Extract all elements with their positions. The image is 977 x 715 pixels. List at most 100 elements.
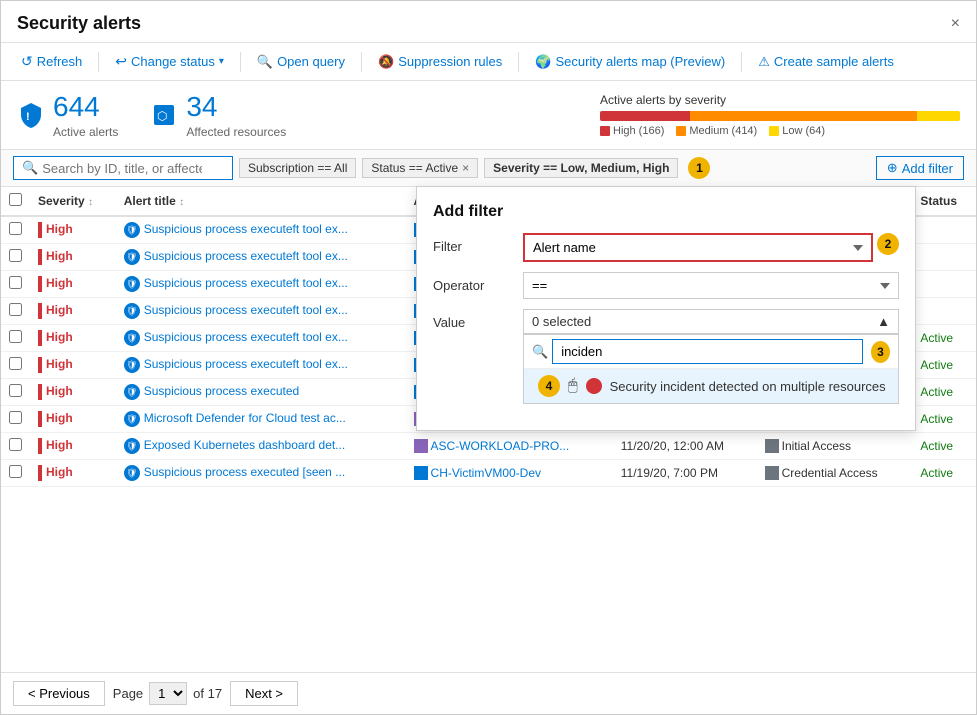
alert-shield-icon: 🛡 xyxy=(124,330,140,346)
open-query-button[interactable]: 🔍 Open query xyxy=(249,50,353,74)
vm-icon xyxy=(414,466,428,480)
page-of-label: of 17 xyxy=(193,686,222,701)
row-severity: High xyxy=(30,406,116,433)
row-resource: ASC-WORKLOAD-PRO... xyxy=(406,433,613,460)
step1-badge: 1 xyxy=(688,157,710,179)
row-tactic: Credential Access xyxy=(757,460,913,487)
page-info: Page 1 of 17 xyxy=(113,682,222,705)
row-check[interactable] xyxy=(9,276,22,289)
close-button[interactable]: × xyxy=(951,15,960,33)
row-check[interactable] xyxy=(9,357,22,370)
table-row: High 🛡Exposed Kubernetes dashboard det..… xyxy=(1,433,976,460)
alert-shield-icon: 🛡 xyxy=(124,411,140,427)
row-check[interactable] xyxy=(9,465,22,478)
value-dropdown-header[interactable]: 0 selected ▲ xyxy=(523,309,899,334)
change-status-button[interactable]: ↩ Change status ▾ xyxy=(107,49,232,74)
row-check[interactable] xyxy=(9,249,22,262)
row-status xyxy=(912,216,976,244)
value-search-icon: 🔍 xyxy=(532,344,548,360)
refresh-icon: ↺ xyxy=(21,53,33,70)
security-alerts-panel: Security alerts × ↺ Refresh ↩ Change sta… xyxy=(0,0,977,715)
step3-badge: 3 xyxy=(871,341,890,363)
next-button[interactable]: Next > xyxy=(230,681,298,706)
shield-icon: ! xyxy=(17,101,45,129)
row-title: 🛡Suspicious process executed xyxy=(116,379,406,406)
toolbar-separator-4 xyxy=(518,52,519,72)
row-severity: High xyxy=(30,352,116,379)
row-severity: High xyxy=(30,433,116,460)
row-title: 🛡Suspicious process executeft tool ex... xyxy=(116,271,406,298)
row-severity: High xyxy=(30,325,116,352)
select-all-checkbox[interactable] xyxy=(9,193,22,206)
page-select[interactable]: 1 xyxy=(149,682,187,705)
severity-sort-icon[interactable]: ↕ xyxy=(88,197,93,208)
previous-button[interactable]: < Previous xyxy=(13,681,105,706)
operator-select[interactable]: == xyxy=(523,272,899,299)
active-alerts-stat: ! 644 Active alerts xyxy=(17,91,118,139)
severity-bar-high xyxy=(600,111,690,121)
add-filter-dialog: Add filter Filter Alert name 2 Operator … xyxy=(416,186,916,431)
status-filter-chip[interactable]: Status == Active × xyxy=(362,158,478,178)
suppression-rules-button[interactable]: 🔕 Suppression rules xyxy=(370,50,510,74)
value-option-security-incident[interactable]: 4 🖱 Security incident detected on multip… xyxy=(524,369,898,403)
search-input[interactable] xyxy=(42,161,202,176)
refresh-button[interactable]: ↺ Refresh xyxy=(13,49,90,74)
table-row: High 🛡Suspicious process executed [seen … xyxy=(1,460,976,487)
filter-select[interactable]: Alert name xyxy=(523,233,873,262)
toolbar-separator-2 xyxy=(240,52,241,72)
row-checkbox xyxy=(1,244,30,271)
severity-bar-indicator xyxy=(38,411,42,427)
row-check[interactable] xyxy=(9,411,22,424)
sample-icon: ⚠ xyxy=(758,54,770,70)
toolbar: ↺ Refresh ↩ Change status ▾ 🔍 Open query… xyxy=(1,43,976,81)
pagination-footer: < Previous Page 1 of 17 Next > xyxy=(1,672,976,714)
row-checkbox xyxy=(1,298,30,325)
row-time: 11/19/20, 7:00 PM xyxy=(613,460,757,487)
row-check[interactable] xyxy=(9,330,22,343)
status-chip-remove[interactable]: × xyxy=(462,161,469,175)
row-status: Active xyxy=(912,352,976,379)
add-filter-icon: ⊕ xyxy=(887,160,898,176)
affected-resources-label: Affected resources xyxy=(186,125,286,139)
panel-title: Security alerts xyxy=(17,13,141,34)
create-sample-alerts-button[interactable]: ⚠ Create sample alerts xyxy=(750,50,902,74)
row-status xyxy=(912,271,976,298)
option-cursor-icon: 🖱 xyxy=(568,377,578,395)
toolbar-separator-5 xyxy=(741,52,742,72)
severity-bar-indicator xyxy=(38,465,42,481)
row-check[interactable] xyxy=(9,438,22,451)
row-check[interactable] xyxy=(9,222,22,235)
severity-bar-indicator xyxy=(38,222,42,238)
row-checkbox xyxy=(1,406,30,433)
row-severity: High xyxy=(30,271,116,298)
value-row: Value 0 selected ▲ 🔍 3 4 xyxy=(433,309,899,404)
row-checkbox xyxy=(1,460,30,487)
severity-bar-indicator xyxy=(38,330,42,346)
row-title: 🛡Suspicious process executeft tool ex... xyxy=(116,216,406,244)
subscription-filter-chip[interactable]: Subscription == All xyxy=(239,158,356,178)
value-search-input[interactable] xyxy=(552,339,863,364)
add-filter-button[interactable]: ⊕ Add filter xyxy=(876,156,964,180)
stats-bar: ! 644 Active alerts ⬡ 34 Affected resour… xyxy=(1,81,976,150)
severity-chart: Active alerts by severity High (166) Med… xyxy=(600,93,960,137)
security-alerts-map-button[interactable]: 🌍 Security alerts map (Preview) xyxy=(527,50,733,74)
row-check[interactable] xyxy=(9,303,22,316)
tactic-icon xyxy=(765,439,779,453)
row-severity: High xyxy=(30,379,116,406)
alert-shield-icon: 🛡 xyxy=(124,222,140,238)
alert-shield-icon: 🛡 xyxy=(124,465,140,481)
alert-shield-icon: 🛡 xyxy=(124,384,140,400)
search-box[interactable]: 🔍 xyxy=(13,156,233,180)
severity-legend: High (166) Medium (414) Low (64) xyxy=(600,125,960,137)
col-status: Status xyxy=(912,187,976,216)
row-status: Active xyxy=(912,433,976,460)
row-check[interactable] xyxy=(9,384,22,397)
severity-bar-indicator xyxy=(38,276,42,292)
severity-filter-chip[interactable]: Severity == Low, Medium, High xyxy=(484,158,678,178)
active-alerts-label: Active alerts xyxy=(53,125,118,139)
row-status: Active xyxy=(912,379,976,406)
row-title: 🛡Exposed Kubernetes dashboard det... xyxy=(116,433,406,460)
title-sort-icon[interactable]: ↕ xyxy=(179,197,184,208)
col-alert-title: Alert title ↕ xyxy=(116,187,406,216)
row-severity: High xyxy=(30,298,116,325)
